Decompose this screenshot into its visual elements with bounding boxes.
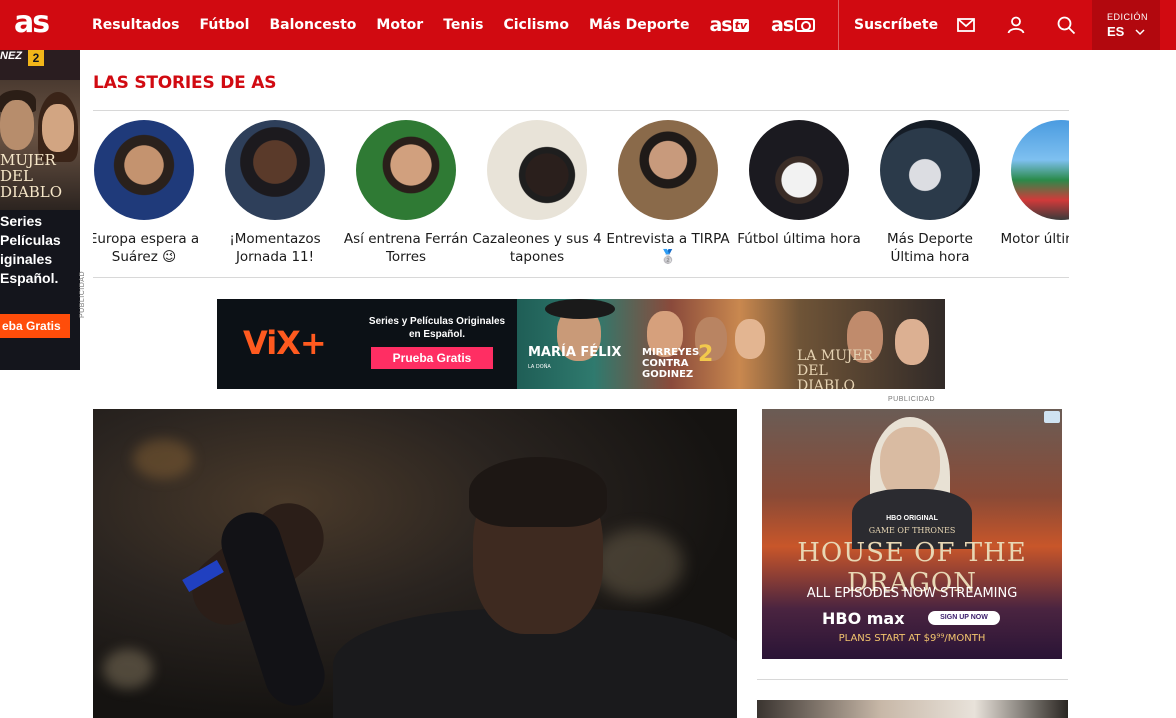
banner-ad-show-title-text: MIRREYES CONTRA GODINEZ bbox=[642, 347, 700, 380]
banner-ad-figure bbox=[735, 319, 765, 359]
story-label[interactable]: Motor última hora bbox=[996, 230, 1069, 248]
search-icon[interactable] bbox=[1056, 15, 1076, 35]
side-ad-photo: MUJER DEL DIABLO bbox=[0, 80, 80, 210]
banner-ad-figure bbox=[895, 319, 929, 365]
story-label[interactable]: Cazaleones y sus 4 tapones bbox=[472, 230, 602, 266]
nav-item-tenis[interactable]: Tenis bbox=[443, 17, 483, 33]
banner-ad-copy: Series y Películas Originales en Español… bbox=[368, 316, 506, 340]
story-avatar[interactable] bbox=[880, 120, 980, 220]
story-label[interactable]: Europa espera a Suárez 😉 bbox=[93, 230, 209, 266]
as-tv-logo-tag: tv bbox=[732, 18, 750, 32]
background-bokeh bbox=[593, 529, 683, 599]
banner-ad-figure-hat bbox=[545, 299, 615, 319]
as-photo-logo-text: as bbox=[771, 14, 794, 36]
story-avatar[interactable] bbox=[356, 120, 456, 220]
right-rail-article-thumbnail[interactable] bbox=[757, 700, 1068, 718]
camera-icon bbox=[795, 18, 816, 32]
as-photo-logo[interactable]: as bbox=[771, 14, 816, 36]
nav-item-ciclismo[interactable]: Ciclismo bbox=[503, 17, 569, 33]
side-ad-figure-face bbox=[42, 104, 74, 152]
side-ad-top-strip: NEZ 2 bbox=[0, 50, 80, 80]
main-nav: Resultados Fútbol Baloncesto Motor Tenis… bbox=[92, 0, 837, 50]
banner-ad[interactable]: ViX+ Series y Películas Originales en Es… bbox=[217, 299, 945, 389]
side-ad-copy: Series Películas iginales Español. bbox=[0, 213, 61, 286]
nav-item-motor[interactable]: Motor bbox=[376, 17, 423, 33]
story-avatar[interactable] bbox=[94, 120, 194, 220]
side-ad-title: MUJER DEL DIABLO bbox=[0, 151, 63, 201]
lead-article-image[interactable] bbox=[93, 409, 737, 718]
chevron-down-icon bbox=[1135, 29, 1145, 36]
side-ad-publicidad-label: PUBLICIDAD bbox=[79, 270, 86, 318]
right-rail-divider bbox=[757, 679, 1068, 680]
banner-ad-show-number: 2 bbox=[698, 342, 714, 367]
banner-ad-show-title-text: MARÍA FÉLIX bbox=[528, 345, 622, 360]
stories-title: LAS STORIES DE AS bbox=[93, 73, 277, 93]
right-ad-got: GAME OF THRONES bbox=[868, 526, 956, 535]
right-ad-episodes: ALL EPISODES NOW STREAMING bbox=[806, 586, 1018, 601]
as-tv-logo[interactable]: as tv bbox=[709, 14, 750, 36]
nav-item-futbol[interactable]: Fútbol bbox=[200, 17, 250, 33]
side-ad-figure-face bbox=[0, 100, 34, 150]
player-hair bbox=[469, 457, 607, 527]
story-label[interactable]: Así entrena Ferrán Torres bbox=[341, 230, 471, 266]
user-icon[interactable] bbox=[1006, 15, 1026, 35]
right-ad-hbo-original: HBO ORIGINAL bbox=[886, 515, 938, 522]
banner-ad-publicidad-label: PUBLICIDAD bbox=[888, 396, 936, 403]
banner-ad-show-title: MARÍA FÉLIX LA DOÑA bbox=[528, 346, 621, 374]
story-avatar[interactable] bbox=[618, 120, 718, 220]
banner-ad-brand: ViX+ bbox=[243, 324, 327, 362]
banner-ad-show-title: LA MUJER DEL DIABLO bbox=[797, 348, 873, 390]
adchoices-icon[interactable] bbox=[1044, 411, 1060, 423]
right-ad-brand: HBO max bbox=[822, 609, 905, 628]
background-bokeh bbox=[133, 439, 193, 479]
as-logo[interactable]: as bbox=[14, 6, 50, 40]
right-ad-signup-button[interactable]: SIGN UP NOW bbox=[928, 611, 1000, 625]
stories-divider-bottom bbox=[93, 277, 1069, 278]
banner-ad-cta-button[interactable]: Prueba Gratis bbox=[371, 347, 493, 369]
story-label[interactable]: ¡Momentazos Jornada 11! bbox=[210, 230, 340, 266]
stories-carousel: Europa espera a Suárez 😉 ¡Momentazos Jor… bbox=[93, 112, 1069, 274]
edition-selector[interactable]: EDICIÓN ES bbox=[1092, 0, 1160, 50]
background-bokeh bbox=[103, 649, 153, 689]
right-rail-ad[interactable]: HBO ORIGINAL GAME OF THRONES HOUSE OF TH… bbox=[762, 409, 1062, 659]
side-ad-badge: 2 bbox=[28, 50, 44, 66]
story-avatar[interactable] bbox=[487, 120, 587, 220]
story-avatar[interactable] bbox=[749, 120, 849, 220]
banner-ad-show-subtitle: LA DOÑA bbox=[528, 364, 551, 370]
edition-value: ES bbox=[1107, 24, 1125, 39]
side-ad[interactable]: NEZ 2 MUJER DEL DIABLO Series Películas … bbox=[0, 50, 80, 370]
story-label[interactable]: Más Deporte Última hora bbox=[865, 230, 995, 266]
story-avatar[interactable] bbox=[225, 120, 325, 220]
side-ad-cta-button[interactable]: eba Gratis bbox=[0, 314, 70, 338]
story-label[interactable]: Entrevista a TIRPA 🥈 bbox=[603, 230, 733, 266]
story-avatar[interactable] bbox=[1011, 120, 1069, 220]
right-ad-plans: PLANS START AT $9⁹⁹/MONTH bbox=[838, 633, 986, 644]
stories-divider-top bbox=[93, 110, 1069, 111]
mail-icon[interactable] bbox=[956, 15, 976, 35]
banner-ad-artwork bbox=[517, 299, 945, 389]
edition-label: EDICIÓN bbox=[1107, 12, 1149, 22]
subscribe-link[interactable]: Suscríbete bbox=[854, 0, 938, 50]
side-ad-top-text: NEZ bbox=[0, 50, 22, 62]
story-label[interactable]: Fútbol última hora bbox=[734, 230, 864, 248]
nav-item-baloncesto[interactable]: Baloncesto bbox=[269, 17, 356, 33]
banner-ad-show-title: MIRREYES CONTRA GODINEZ 2 bbox=[642, 344, 713, 381]
as-tv-logo-text: as bbox=[709, 14, 732, 36]
nav-item-resultados[interactable]: Resultados bbox=[92, 17, 180, 33]
top-nav-bar: as Resultados Fútbol Baloncesto Motor Te… bbox=[0, 0, 1176, 50]
nav-divider bbox=[838, 0, 839, 50]
nav-item-mas-deporte[interactable]: Más Deporte bbox=[589, 17, 689, 33]
